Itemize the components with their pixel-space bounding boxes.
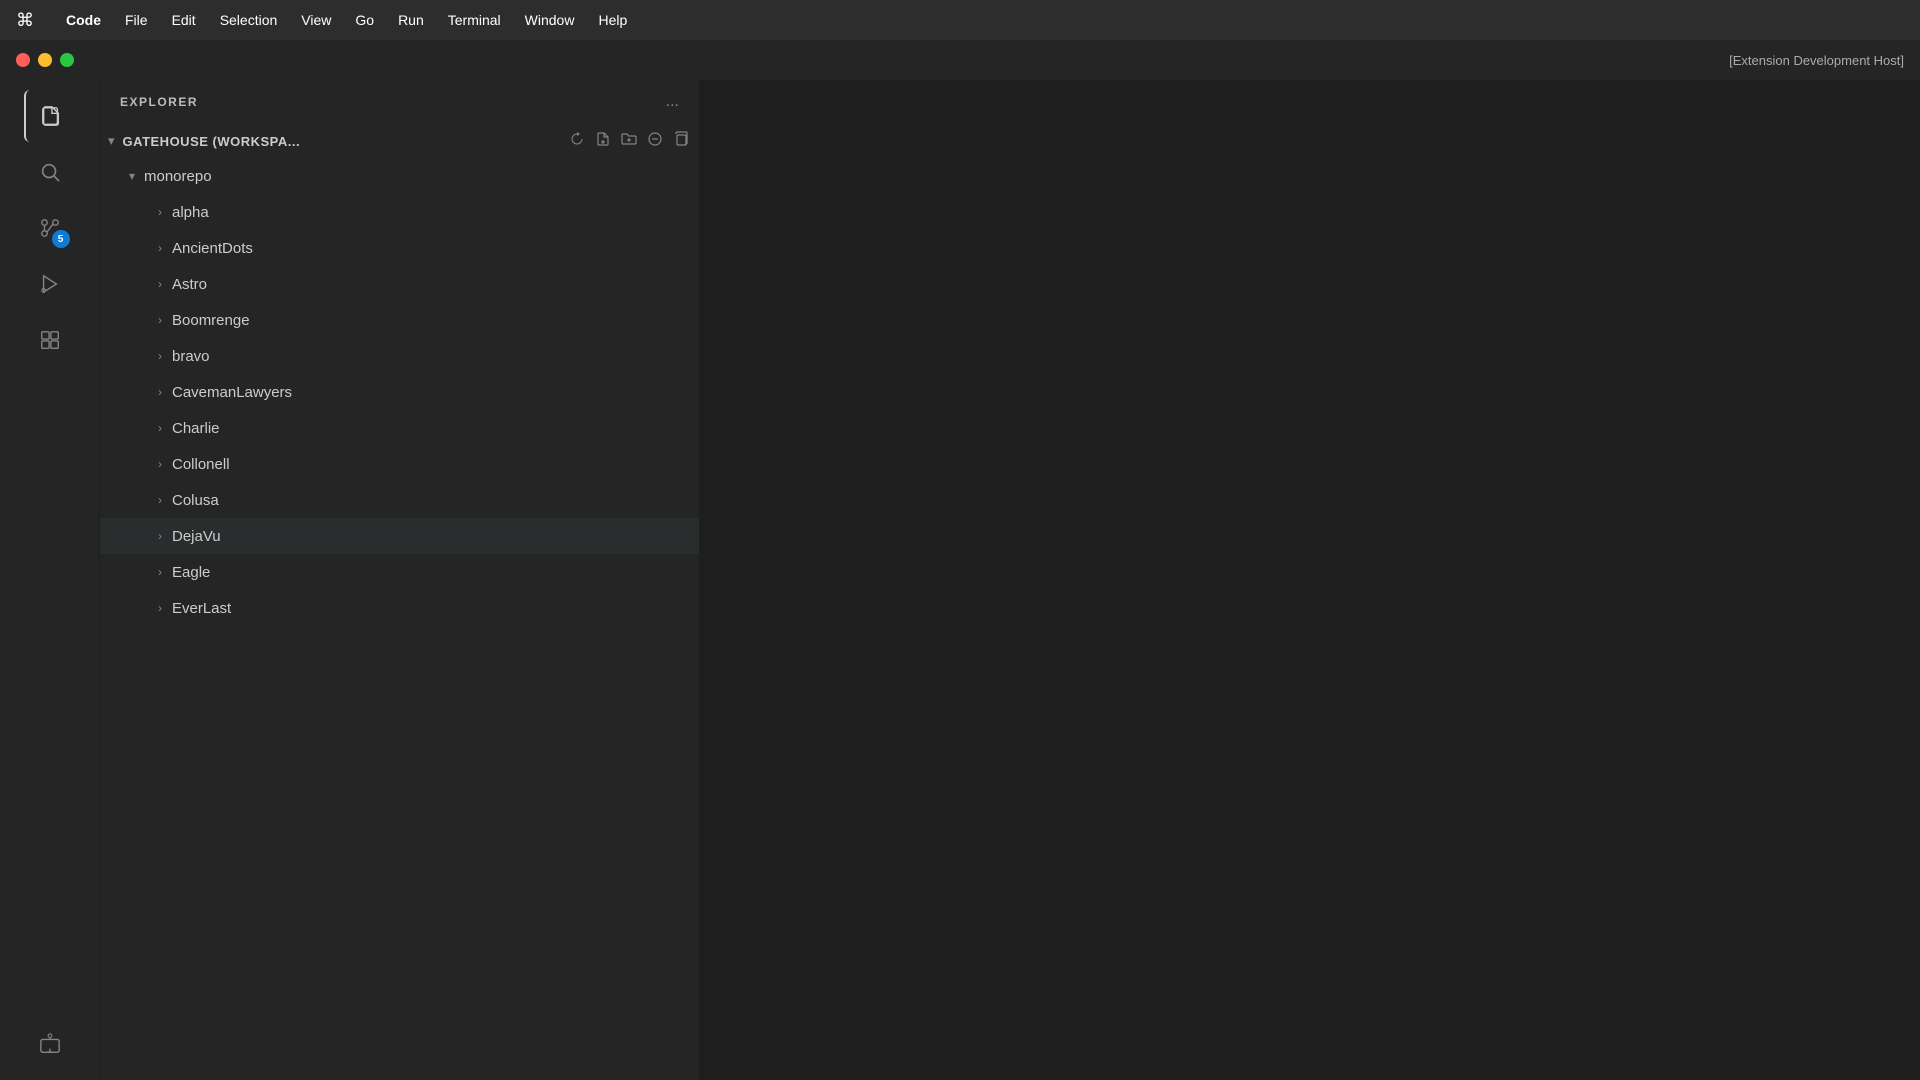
monorepo-chevron: ▾	[124, 169, 140, 183]
minimize-button[interactable]	[38, 53, 52, 67]
activity-run-debug[interactable]	[24, 258, 76, 310]
astro-label: Astro	[172, 276, 699, 293]
new-folder-icon[interactable]	[619, 129, 639, 154]
eagle-label: Eagle	[172, 564, 699, 581]
monorepo-label: monorepo	[144, 168, 699, 185]
boomrenge-label: Boomrenge	[172, 312, 699, 329]
tree-folder-cavemanlawyers[interactable]: › CavemanLawyers	[100, 374, 699, 410]
copy-workspace-icon[interactable]	[671, 129, 691, 154]
tree-folder-eagle[interactable]: › Eagle	[100, 554, 699, 590]
source-control-badge: 5	[52, 230, 70, 248]
apple-menu-icon[interactable]: ⌘	[16, 10, 34, 31]
menu-edit[interactable]: Edit	[160, 8, 208, 32]
activity-search[interactable]	[24, 146, 76, 198]
tree-folder-everlast[interactable]: › EverLast	[100, 590, 699, 626]
menu-help[interactable]: Help	[586, 8, 639, 32]
alpha-chevron: ›	[152, 205, 168, 219]
tree-folder-astro[interactable]: › Astro	[100, 266, 699, 302]
tree-folder-ancientdots[interactable]: › AncientDots	[100, 230, 699, 266]
tree-folder-boomrenge[interactable]: › Boomrenge	[100, 302, 699, 338]
cavemanlawyers-chevron: ›	[152, 385, 168, 399]
maximize-button[interactable]	[60, 53, 74, 67]
colusa-chevron: ›	[152, 493, 168, 507]
editor-area	[700, 80, 1920, 1080]
bravo-label: bravo	[172, 348, 699, 365]
tree-folder-alpha[interactable]: › alpha	[100, 194, 699, 230]
activity-source-control[interactable]: 5	[24, 202, 76, 254]
menu-selection[interactable]: Selection	[208, 8, 290, 32]
activity-explorer[interactable]	[24, 90, 76, 142]
tree-folder-bravo[interactable]: › bravo	[100, 338, 699, 374]
charlie-chevron: ›	[152, 421, 168, 435]
explorer-actions: ...	[662, 91, 683, 113]
explorer-header: EXPLORER ...	[100, 80, 699, 124]
vscode-layout: 5	[0, 80, 1920, 1080]
window-title: [Extension Development Host]	[1729, 53, 1904, 68]
activity-remote-explorer[interactable]	[24, 1018, 76, 1070]
bravo-chevron: ›	[152, 349, 168, 363]
ancientdots-label: AncientDots	[172, 240, 699, 257]
tree-folder-colusa[interactable]: › Colusa	[100, 482, 699, 518]
activity-bar: 5	[0, 80, 100, 1080]
menu-go[interactable]: Go	[343, 8, 386, 32]
workspace-name: GATEHOUSE (WORKSPA...	[123, 134, 561, 149]
boomrenge-chevron: ›	[152, 313, 168, 327]
explorer-title: EXPLORER	[120, 95, 198, 109]
menu-file[interactable]: File	[113, 8, 160, 32]
menu-view[interactable]: View	[289, 8, 343, 32]
file-tree: ▾ monorepo › alpha › AncientDots › Astro…	[100, 158, 699, 1080]
workspace-chevron: ▾	[108, 133, 115, 149]
eagle-chevron: ›	[152, 565, 168, 579]
collapse-all-icon[interactable]	[645, 129, 665, 154]
dejavu-label: DejaVu	[172, 528, 699, 545]
menu-run[interactable]: Run	[386, 8, 436, 32]
menu-terminal[interactable]: Terminal	[436, 8, 513, 32]
explorer-more-actions[interactable]: ...	[662, 91, 683, 113]
window-controls	[16, 53, 74, 67]
sidebar: EXPLORER ... ▾ GATEHOUSE (WORKSPA...	[100, 80, 700, 1080]
dejavu-chevron: ›	[152, 529, 168, 543]
tree-folder-charlie[interactable]: › Charlie	[100, 410, 699, 446]
title-bar: [Extension Development Host]	[0, 40, 1920, 80]
collonell-label: Collonell	[172, 456, 699, 473]
menu-code[interactable]: Code	[54, 8, 113, 32]
ancientdots-chevron: ›	[152, 241, 168, 255]
tree-folder-collonell[interactable]: › Collonell	[100, 446, 699, 482]
cavemanlawyers-label: CavemanLawyers	[172, 384, 699, 401]
workspace-header[interactable]: ▾ GATEHOUSE (WORKSPA...	[100, 124, 699, 158]
tree-folder-dejavu[interactable]: › DejaVu	[100, 518, 699, 554]
workspace-action-icons	[567, 129, 691, 154]
menu-window[interactable]: Window	[513, 8, 587, 32]
tree-folder-monorepo[interactable]: ▾ monorepo	[100, 158, 699, 194]
everlast-label: EverLast	[172, 600, 699, 617]
alpha-label: alpha	[172, 204, 699, 221]
astro-chevron: ›	[152, 277, 168, 291]
close-button[interactable]	[16, 53, 30, 67]
menu-bar: ⌘ Code File Edit Selection View Go Run T…	[0, 0, 1920, 40]
new-file-icon[interactable]	[593, 129, 613, 154]
charlie-label: Charlie	[172, 420, 699, 437]
colusa-label: Colusa	[172, 492, 699, 509]
activity-extensions[interactable]	[24, 314, 76, 366]
refresh-icon[interactable]	[567, 129, 587, 154]
everlast-chevron: ›	[152, 601, 168, 615]
collonell-chevron: ›	[152, 457, 168, 471]
